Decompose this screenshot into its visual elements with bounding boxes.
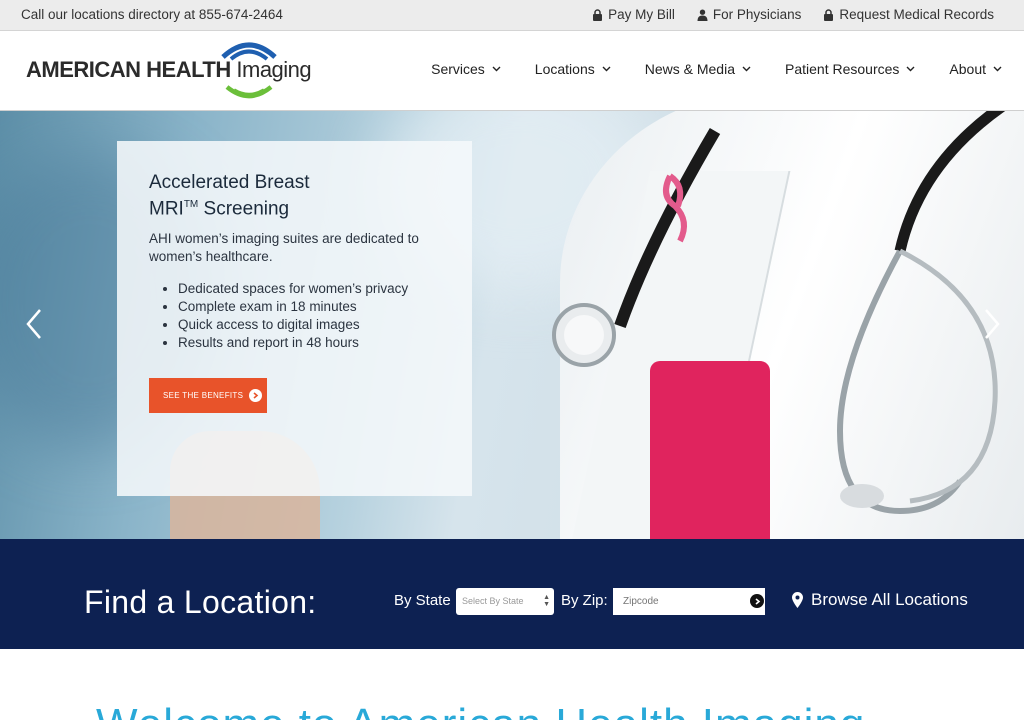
hero-benefit-list: Dedicated spaces for women’s privacy Com… <box>178 280 440 352</box>
hero-promo-card: Accelerated Breast MRITM Screening AHI w… <box>117 141 472 496</box>
lock-icon <box>824 8 834 21</box>
hero-title-line2: MRI <box>149 198 184 220</box>
see-the-benefits-label: SEE THE BENEFITS <box>163 391 244 400</box>
lock-icon <box>593 8 603 21</box>
request-medical-records-label: Request Medical Records <box>839 7 994 22</box>
list-item: Dedicated spaces for women’s privacy <box>178 280 440 298</box>
slider-prev-arrow-icon[interactable] <box>24 307 44 341</box>
nav-services[interactable]: Services <box>431 61 501 77</box>
see-the-benefits-button[interactable]: SEE THE BENEFITS <box>149 378 267 413</box>
find-location-bar: Find a Location: By State Select By Stat… <box>0 539 1024 649</box>
utility-bar: Call our locations directory at 855-674-… <box>0 0 1024 31</box>
welcome-heading: Welcome to American Health Imaging <box>96 700 865 720</box>
nav-about-label: About <box>949 61 986 77</box>
chevron-down-icon <box>906 66 915 72</box>
nav-patient-resources-label: Patient Resources <box>785 61 900 77</box>
chevron-down-icon <box>602 66 611 72</box>
hero-slider: Accelerated Breast MRITM Screening AHI w… <box>0 111 1024 539</box>
for-physicians-label: For Physicians <box>712 7 802 22</box>
site-logo[interactable]: AMERICAN HEALTH Imaging <box>26 39 312 103</box>
browse-all-locations-link[interactable]: Browse All Locations <box>792 590 968 610</box>
state-select[interactable]: Select By State ▲ ▼ <box>456 588 554 615</box>
user-icon <box>697 9 708 21</box>
stethoscope-illustration <box>552 111 1006 515</box>
zipcode-input[interactable] <box>613 588 765 615</box>
main-nav: Services Locations News & Media Patient … <box>431 61 1002 77</box>
pay-my-bill-label: Pay My Bill <box>608 7 675 22</box>
logo-bold-text: AMERICAN HEALTH <box>26 57 231 82</box>
by-state-label: By State <box>394 592 451 609</box>
for-physicians-link[interactable]: For Physicians <box>697 7 802 22</box>
nav-patient-resources[interactable]: Patient Resources <box>785 61 915 77</box>
request-medical-records-link[interactable]: Request Medical Records <box>823 7 994 22</box>
nav-services-label: Services <box>431 61 485 77</box>
state-select-placeholder: Select By State <box>462 596 524 606</box>
nav-about[interactable]: About <box>949 61 1002 77</box>
browse-all-locations-label: Browse All Locations <box>811 590 968 609</box>
hero-title-line1: Accelerated Breast <box>149 172 310 193</box>
utility-links: Pay My Bill For Physicians Request Medic… <box>592 7 994 22</box>
select-arrows-icon: ▲ ▼ <box>543 594 550 608</box>
chevron-down-icon <box>742 66 751 72</box>
locations-phone-text: Call our locations directory at 855-674-… <box>21 7 283 22</box>
hero-description: AHI women’s imaging suites are dedicated… <box>149 231 419 265</box>
hero-title-trademark: TM <box>183 199 199 210</box>
pay-my-bill-link[interactable]: Pay My Bill <box>592 7 675 22</box>
nav-locations[interactable]: Locations <box>535 61 611 77</box>
logo-wordmark: AMERICAN HEALTH Imaging <box>26 57 312 83</box>
list-item: Results and report in 48 hours <box>178 334 440 352</box>
site-header: AMERICAN HEALTH Imaging Services Locatio… <box>0 31 1024 111</box>
nav-news-media[interactable]: News & Media <box>645 61 751 77</box>
chevron-right-circle-icon <box>249 389 263 402</box>
list-item: Complete exam in 18 minutes <box>178 298 440 316</box>
zip-search-go-icon[interactable] <box>750 594 764 608</box>
logo-light-text: Imaging <box>236 57 312 82</box>
chevron-down-icon <box>492 66 501 72</box>
slider-next-arrow-icon[interactable] <box>982 307 1002 341</box>
hero-title-line2-rest: Screening <box>198 198 290 220</box>
nav-news-media-label: News & Media <box>644 61 735 77</box>
find-location-title: Find a Location: <box>84 584 317 620</box>
nav-locations-label: Locations <box>534 61 595 77</box>
map-marker-icon <box>792 592 803 608</box>
chevron-down-icon <box>993 66 1002 72</box>
hero-title: Accelerated Breast MRITM Screening <box>149 172 440 220</box>
by-zip-label: By Zip: <box>561 592 608 609</box>
list-item: Quick access to digital images <box>178 316 440 334</box>
